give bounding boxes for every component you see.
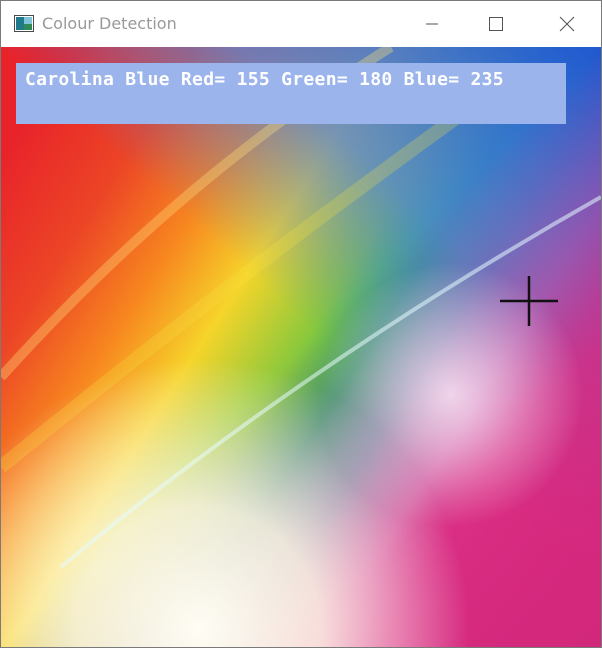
image-canvas[interactable]: Carolina Blue Red= 155 Green= 180 Blue= … [1,47,601,647]
crosshair-icon [500,276,558,326]
window-title: Colour Detection [42,14,177,33]
close-icon [559,16,575,32]
minimize-button[interactable] [409,1,455,47]
minimize-icon [426,23,438,25]
title-bar[interactable]: Colour Detection [1,1,601,47]
maximize-icon [489,17,503,31]
app-window: Colour Detection Carolina Blue Red= 155 … [0,0,602,648]
rainbow-image [1,47,601,647]
color-info-box: Carolina Blue Red= 155 Green= 180 Blue= … [16,63,566,124]
color-readout: Carolina Blue Red= 155 Green= 180 Blue= … [25,69,504,90]
app-icon [14,15,34,32]
close-button[interactable] [544,1,590,47]
maximize-button[interactable] [473,1,519,47]
